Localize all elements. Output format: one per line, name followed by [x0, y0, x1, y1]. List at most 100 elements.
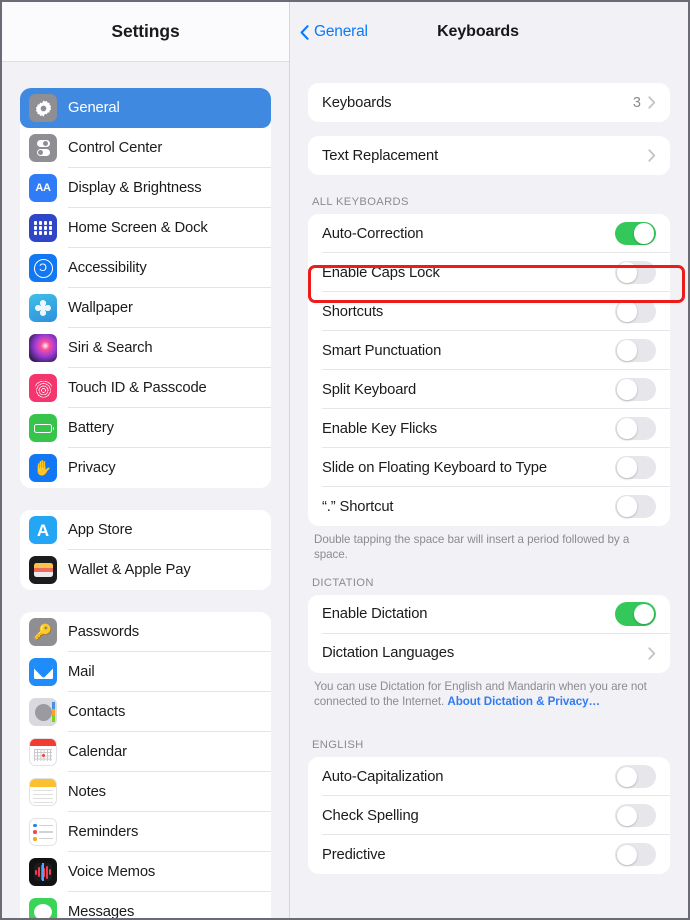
wallet-icon: [29, 556, 57, 584]
chevron-right-icon: [648, 96, 656, 109]
row-enable-caps-lock[interactable]: Enable Caps Lock: [308, 253, 670, 292]
toggle-enable-dictation[interactable]: [615, 602, 656, 626]
sidebar-group: 🔑 Passwords Mail Contacts Calendar Notes Remin…: [20, 612, 271, 918]
sidebar-item-label: Battery: [68, 420, 114, 436]
keyboards-detail-panel: General Keyboards Keyboards 3 Text Replace…: [290, 2, 688, 918]
sidebar-item-accessibility[interactable]: Ɔ Accessibility: [20, 248, 271, 288]
toggle-knob: [616, 301, 637, 322]
toggle-knob: [634, 603, 655, 625]
sidebar-item-label: Accessibility: [68, 260, 147, 276]
battery-icon: [29, 414, 57, 442]
toggle-shortcuts[interactable]: [615, 299, 656, 324]
sidebar-item-reminders[interactable]: Reminders: [20, 812, 271, 852]
contacts-icon: [29, 698, 57, 726]
sidebar-scroll-area[interactable]: General Control Center AA Display & Brightn…: [2, 88, 289, 918]
toggle-knob: [616, 262, 637, 283]
back-button[interactable]: General: [300, 23, 368, 41]
messages-icon: [29, 898, 57, 918]
sidebar-item-label: Reminders: [68, 824, 139, 840]
sidebar-item-privacy[interactable]: ✋ Privacy: [20, 448, 271, 488]
sidebar-item-label: Passwords: [68, 624, 140, 640]
row-label: Slide on Floating Keyboard to Type: [322, 459, 547, 476]
row-split-keyboard[interactable]: Split Keyboard: [308, 370, 670, 409]
reminders-icon: [29, 818, 57, 846]
sidebar-item-notes[interactable]: Notes: [20, 772, 271, 812]
sidebar-item-app-store[interactable]: A App Store: [20, 510, 271, 550]
toggle-enable-caps-lock[interactable]: [615, 260, 656, 285]
about-dictation-privacy-link[interactable]: About Dictation & Privacy…: [447, 695, 600, 708]
chevron-right-icon: [648, 646, 656, 660]
toggle-knob: [616, 844, 637, 865]
row-check-spelling[interactable]: Check Spelling: [308, 796, 670, 836]
sidebar-item-messages[interactable]: Messages: [20, 892, 271, 918]
toggle-knob: [616, 418, 637, 439]
toggle-knob: [616, 805, 637, 826]
voice-memos-icon: [29, 858, 57, 886]
sidebar-item-calendar[interactable]: Calendar: [20, 732, 271, 772]
row-text-replacement[interactable]: Text Replacement: [308, 136, 670, 175]
row-label: Split Keyboard: [322, 381, 417, 398]
sidebar-item-wallet-apple-pay[interactable]: Wallet & Apple Pay: [20, 550, 271, 590]
row-dictation-languages[interactable]: Dictation Languages: [308, 633, 670, 673]
row-predictive[interactable]: Predictive: [308, 835, 670, 875]
toggle-knob: [634, 223, 655, 244]
sidebar-item-passwords[interactable]: 🔑 Passwords: [20, 612, 271, 652]
section-header-english: ENGLISH: [312, 739, 364, 752]
row-slide-on-floating-keyboard-to-type[interactable]: Slide on Floating Keyboard to Type: [308, 448, 670, 487]
sidebar-item-siri-search[interactable]: Siri & Search: [20, 328, 271, 368]
toggle-shortcut[interactable]: [615, 494, 656, 519]
sidebar-item-label: App Store: [68, 522, 133, 538]
row-keyboards[interactable]: Keyboards 3: [308, 83, 670, 122]
toggle-auto-correction[interactable]: [615, 221, 656, 246]
sidebar-item-label: General: [68, 100, 120, 116]
toggle-predictive[interactable]: [615, 842, 656, 867]
sidebar-item-display-brightness[interactable]: AA Display & Brightness: [20, 168, 271, 208]
sidebar-title: Settings: [111, 21, 180, 41]
sidebar-item-wallpaper[interactable]: Wallpaper: [20, 288, 271, 328]
sidebar-item-touch-id-passcode[interactable]: Touch ID & Passcode: [20, 368, 271, 408]
sidebar-item-label: Mail: [68, 664, 95, 680]
sidebar-item-control-center[interactable]: Control Center: [20, 128, 271, 168]
sidebar-header: Settings: [2, 2, 289, 62]
sidebar-item-label: Notes: [68, 784, 106, 800]
ipad-settings-window: Settings General Control Center AA Display …: [0, 0, 690, 920]
sidebar-item-label: Privacy: [68, 460, 116, 476]
row-auto-capitalization[interactable]: Auto-Capitalization: [308, 757, 670, 797]
row-auto-correction[interactable]: Auto-Correction: [308, 214, 670, 253]
keyboards-group: Keyboards 3: [308, 83, 670, 122]
sidebar-item-label: Home Screen & Dock: [68, 220, 208, 236]
sidebar-item-home-screen-dock[interactable]: Home Screen & Dock: [20, 208, 271, 248]
english-group: Auto-Capitalization Check Spelling Predict…: [308, 757, 670, 875]
row-enable-key-flicks[interactable]: Enable Key Flicks: [308, 409, 670, 448]
sidebar-item-voice-memos[interactable]: Voice Memos: [20, 852, 271, 892]
sidebar-item-battery[interactable]: Battery: [20, 408, 271, 448]
sidebar-item-label: Calendar: [68, 744, 127, 760]
sidebar-item-label: Siri & Search: [68, 340, 153, 356]
sidebar-item-label: Wallpaper: [68, 300, 133, 316]
toggle-slide-on-floating-keyboard-to-type[interactable]: [615, 455, 656, 480]
toggle-check-spelling[interactable]: [615, 803, 656, 828]
sidebar-item-label: Control Center: [68, 140, 163, 156]
row-enable-dictation[interactable]: Enable Dictation: [308, 594, 670, 634]
row-smart-punctuation[interactable]: Smart Punctuation: [308, 331, 670, 370]
toggle-auto-capitalization[interactable]: [615, 764, 656, 789]
row-label: Smart Punctuation: [322, 342, 442, 359]
toggle-split-keyboard[interactable]: [615, 377, 656, 402]
toggle-enable-key-flicks[interactable]: [615, 416, 656, 441]
chevron-left-icon: [300, 24, 309, 40]
detail-header: General Keyboards: [290, 2, 688, 62]
row-shortcut[interactable]: “.” Shortcut: [308, 487, 670, 526]
toggle-smart-punctuation[interactable]: [615, 338, 656, 363]
sidebar-group: A App Store Wallet & Apple Pay: [20, 510, 271, 590]
sidebar-item-label: Display & Brightness: [68, 180, 202, 196]
toggle-knob: [616, 340, 637, 361]
sidebar-item-contacts[interactable]: Contacts: [20, 692, 271, 732]
control-center-icon: [29, 134, 57, 162]
calendar-icon: [29, 738, 57, 766]
wallpaper-icon: [29, 294, 57, 322]
sidebar-item-mail[interactable]: Mail: [20, 652, 271, 692]
row-shortcuts[interactable]: Shortcuts: [308, 292, 670, 331]
sidebar-item-general[interactable]: General: [20, 88, 271, 128]
